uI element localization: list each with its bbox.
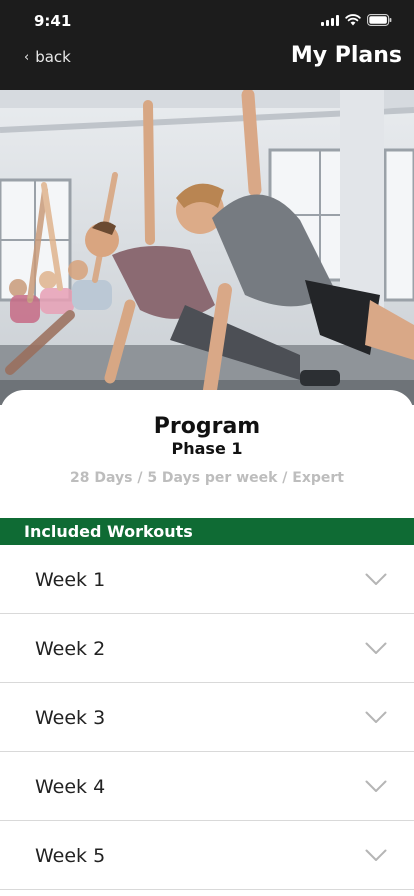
status-bar: 9:41	[0, 0, 414, 40]
week-label: Week 3	[35, 707, 106, 729]
week-row-5[interactable]: Week 5	[0, 821, 414, 890]
program-card: Program Phase 1 28 Days / 5 Days per wee…	[0, 390, 414, 520]
back-label: back	[35, 48, 71, 66]
back-button[interactable]: ‹ back	[24, 48, 71, 66]
signal-icon	[321, 14, 339, 26]
week-row-4[interactable]: Week 4	[0, 752, 414, 821]
status-icons	[321, 14, 392, 26]
chevron-left-icon: ‹	[24, 49, 30, 65]
nav-bar: ‹ back My Plans	[0, 40, 414, 90]
week-label: Week 2	[35, 638, 106, 660]
chevron-down-icon	[365, 711, 387, 723]
program-phase: Phase 1	[171, 439, 243, 458]
battery-icon	[367, 14, 392, 26]
week-label: Week 4	[35, 776, 106, 798]
status-time: 9:41	[34, 12, 72, 30]
weeks-list: Week 1 Week 2 Week 3 Week 4 Week 5	[0, 545, 414, 890]
chevron-down-icon	[365, 780, 387, 792]
week-row-2[interactable]: Week 2	[0, 614, 414, 683]
week-label: Week 1	[35, 569, 106, 591]
wifi-icon	[345, 14, 361, 26]
page-title: My Plans	[290, 43, 402, 68]
week-row-3[interactable]: Week 3	[0, 683, 414, 752]
chevron-down-icon	[365, 573, 387, 585]
week-label: Week 5	[35, 845, 106, 867]
program-meta: 28 Days / 5 Days per week / Expert	[70, 470, 344, 486]
chevron-down-icon	[365, 642, 387, 654]
chevron-down-icon	[365, 849, 387, 861]
hero-image	[0, 90, 414, 405]
week-row-1[interactable]: Week 1	[0, 545, 414, 614]
program-title: Program	[153, 414, 261, 439]
included-workouts-header: Included Workouts	[0, 518, 414, 545]
